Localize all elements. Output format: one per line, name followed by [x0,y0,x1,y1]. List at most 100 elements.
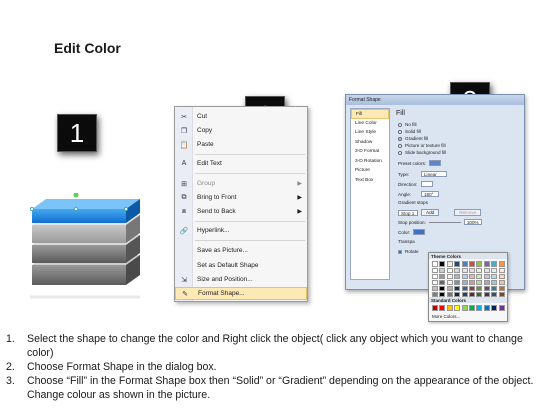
menu-item-hyperlink[interactable]: 🔗 Hyperlink... [175,224,307,237]
theme-color-swatch[interactable] [461,280,468,285]
theme-color-swatch[interactable] [476,292,483,297]
theme-color-swatch[interactable] [454,261,461,267]
menu-item-group[interactable]: ⊞ Group ▶ [175,177,307,190]
theme-color-swatch[interactable] [461,286,468,291]
more-colors-link[interactable]: More Colors... [432,314,460,319]
theme-color-swatch[interactable] [432,286,438,291]
standard-color-swatch[interactable] [476,305,483,311]
sidebar-item-3d-format[interactable]: 3-D Format [351,147,389,157]
menu-item-cut[interactable]: ✂ Cut [175,110,307,123]
theme-color-swatch[interactable] [476,280,483,285]
menu-item-size-and-position[interactable]: ⇲ Size and Position... [175,273,307,286]
type-select[interactable]: Linear [421,171,447,177]
theme-color-swatch[interactable] [454,280,461,285]
theme-color-swatch[interactable] [498,274,505,279]
direction-dropdown[interactable] [421,181,433,187]
theme-color-swatch[interactable] [483,292,490,297]
theme-color-swatch[interactable] [483,286,490,291]
option-gradient-fill[interactable]: Gradient fill [398,136,428,141]
theme-color-swatch[interactable] [491,268,498,273]
standard-color-swatch[interactable] [446,305,453,311]
theme-color-swatch[interactable] [454,286,461,291]
theme-color-swatch[interactable] [439,268,446,273]
color-dropdown[interactable] [413,229,426,235]
theme-color-swatch[interactable] [483,268,490,273]
theme-color-swatch[interactable] [491,292,498,297]
sidebar-item-3d-rotation[interactable]: 3-D Rotation [351,157,389,167]
theme-color-swatch[interactable] [476,286,483,291]
theme-color-swatch[interactable] [432,280,438,285]
theme-color-swatch[interactable] [498,261,505,267]
theme-color-swatch[interactable] [461,261,468,267]
sidebar-item-picture[interactable]: Picture [351,166,389,176]
option-slide-background-fill[interactable]: Slide background fill [398,150,446,155]
theme-color-swatch[interactable] [439,292,446,297]
theme-color-swatch[interactable] [469,274,475,279]
theme-color-swatch[interactable] [469,261,475,267]
sidebar-item-line-color[interactable]: Line Color [351,119,389,129]
option-picture-fill[interactable]: Picture or texture fill [398,143,446,148]
theme-color-swatch[interactable] [446,261,453,267]
stop-select[interactable]: Stop 1 [398,209,418,216]
option-no-fill[interactable]: No fill [398,122,417,127]
theme-color-swatch[interactable] [432,268,438,273]
theme-color-swatch[interactable] [446,280,453,285]
theme-color-swatch[interactable] [432,274,438,279]
remove-stop-button[interactable]: Remove [454,209,482,216]
menu-item-save-as-picture[interactable]: Save as Picture... [175,244,307,257]
theme-color-swatch[interactable] [439,286,446,291]
theme-color-swatch[interactable] [476,261,483,267]
menu-item-edit-text[interactable]: A Edit Text [175,157,307,170]
theme-color-swatch[interactable] [461,268,468,273]
theme-color-swatch[interactable] [498,280,505,285]
standard-color-swatch[interactable] [483,305,490,311]
theme-color-swatch[interactable] [483,274,490,279]
theme-color-swatch[interactable] [498,286,505,291]
stop-position-input[interactable]: 100% [463,219,482,225]
theme-color-swatch[interactable] [432,261,438,267]
option-solid-fill[interactable]: Solid fill [398,129,421,134]
angle-input[interactable]: 180° [421,191,439,197]
theme-color-swatch[interactable] [476,268,483,273]
theme-color-swatch[interactable] [446,292,453,297]
menu-item-paste[interactable]: 📋 Paste [175,138,307,151]
sidebar-item-line-style[interactable]: Line Style [351,128,389,138]
standard-color-swatch[interactable] [454,305,461,311]
menu-item-copy[interactable]: ❐ Copy [175,124,307,137]
theme-color-swatch[interactable] [439,280,446,285]
menu-item-set-default-shape[interactable]: Set as Default Shape [175,259,307,272]
preset-colors-dropdown[interactable] [429,160,442,166]
theme-color-swatch[interactable] [498,292,505,297]
standard-color-swatch[interactable] [439,305,446,311]
theme-color-swatch[interactable] [498,268,505,273]
standard-color-swatch[interactable] [432,305,438,311]
theme-color-swatch[interactable] [469,280,475,285]
theme-color-swatch[interactable] [469,286,475,291]
stop-position-slider[interactable] [428,221,461,223]
theme-color-swatch[interactable] [483,280,490,285]
theme-color-swatch[interactable] [446,268,453,273]
theme-color-swatch[interactable] [483,261,490,267]
theme-color-swatch[interactable] [476,274,483,279]
theme-color-swatch[interactable] [491,280,498,285]
theme-color-swatch[interactable] [439,261,446,267]
theme-color-swatch[interactable] [432,292,438,297]
sidebar-item-fill[interactable]: Fill [351,109,389,119]
theme-color-swatch[interactable] [446,286,453,291]
sidebar-item-text-box[interactable]: Text Box [351,176,389,186]
theme-color-swatch[interactable] [454,274,461,279]
sidebar-item-shadow[interactable]: Shadow [351,138,389,148]
add-stop-button[interactable]: Add [421,209,440,216]
rotate-row[interactable]: Rotate [398,249,419,254]
theme-color-swatch[interactable] [491,274,498,279]
theme-color-swatch[interactable] [469,292,475,297]
theme-color-swatch[interactable] [491,261,498,267]
theme-color-swatch[interactable] [446,274,453,279]
standard-color-swatch[interactable] [469,305,475,311]
menu-item-format-shape[interactable]: ✎ Format Shape... [175,287,307,300]
standard-color-swatch[interactable] [461,305,468,311]
menu-item-bring-to-front[interactable]: ⧉ Bring to Front ▶ [175,191,307,204]
layered-shape[interactable] [30,193,155,303]
standard-color-swatch[interactable] [491,305,498,311]
theme-color-swatch[interactable] [461,292,468,297]
